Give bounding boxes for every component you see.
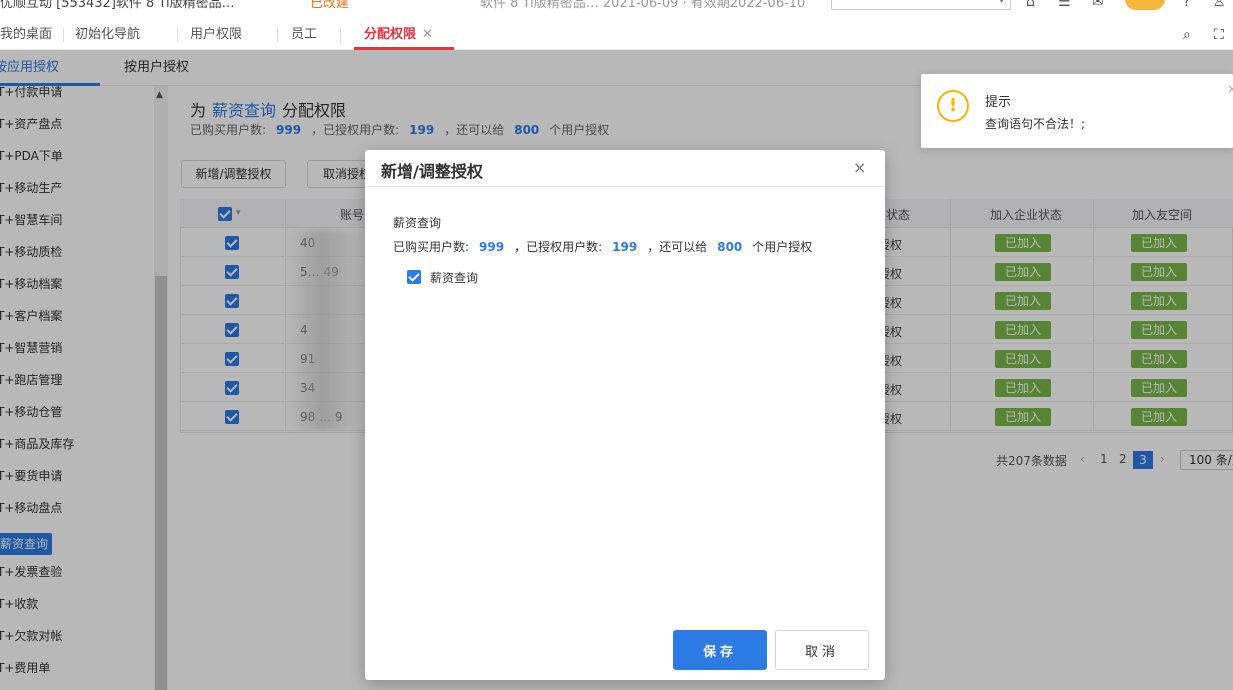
- help-icon[interactable]: ?: [1183, 0, 1190, 10]
- save-button[interactable]: 保存: [673, 630, 767, 670]
- message-icon[interactable]: ✉: [1092, 0, 1104, 10]
- tab-init-nav[interactable]: 初始化导航: [75, 20, 140, 50]
- bought-label: 已购买用户数:: [393, 240, 470, 254]
- authorized-label: ，已授权用户数:: [514, 240, 603, 254]
- tab-user-permission[interactable]: 用户权限: [190, 20, 242, 50]
- close-icon[interactable]: ×: [1227, 82, 1233, 96]
- tab-bar: 我的桌面 初始化导航 用户权限 员工 分配权限 ✕ ⌕ ⛶: [0, 20, 1233, 50]
- user-icon[interactable]: ♙: [1213, 0, 1226, 10]
- modal-app-name: 薪资查询: [393, 216, 442, 230]
- tab-divider: [277, 28, 278, 42]
- close-icon[interactable]: ×: [853, 158, 866, 177]
- home-icon[interactable]: ⌂: [1026, 0, 1035, 10]
- remain-suffix: 个用户授权: [752, 240, 813, 254]
- remain-label: ，还可以给: [647, 240, 708, 254]
- account-selector[interactable]: ▾: [831, 0, 1011, 10]
- modal-license-stats: 已购买用户数: 999 ，已授权用户数: 199 ，还可以给 800 个用户授权: [393, 238, 812, 255]
- app-checkbox[interactable]: [407, 270, 421, 284]
- product-info: 软件 8 Ti版精密品… 2021-06-09 · 有效期2022-06-10: [480, 0, 806, 11]
- tab-staff[interactable]: 员工: [291, 20, 317, 50]
- authorized-count: 199: [612, 240, 638, 254]
- app-checkbox-label[interactable]: 薪资查询: [430, 269, 478, 286]
- cancel-button[interactable]: 取消: [775, 630, 869, 670]
- tab-divider: [340, 28, 341, 42]
- list-icon[interactable]: ☰: [1058, 0, 1071, 10]
- tab-divider: [177, 28, 178, 42]
- tab-label: 分配权限: [364, 27, 417, 42]
- auth-modal: 新增/调整授权 × 薪资查询 已购买用户数: 999 ，已授权用户数: 199 ，还可以…: [365, 150, 885, 680]
- tab-assign-permission[interactable]: 分配权限 ✕: [364, 20, 433, 50]
- modal-title: 新增/调整授权: [381, 162, 483, 181]
- top-header-strip: 优顺互动 [553432]软件 8 Ti版精密品… 已改建 软件 8 Ti版精密…: [0, 0, 1233, 20]
- warning-icon: !: [937, 90, 969, 122]
- close-icon[interactable]: ✕: [422, 27, 433, 42]
- fullscreen-icon[interactable]: ⛶: [1214, 20, 1224, 50]
- search-icon[interactable]: ⌕: [1183, 20, 1191, 50]
- remain-count: 800: [717, 240, 743, 254]
- tab-desktop[interactable]: 我的桌面: [0, 20, 52, 50]
- bought-count: 999: [479, 240, 505, 254]
- modal-header: 新增/调整授权 ×: [365, 150, 885, 187]
- company-info: 优顺互动 [553432]软件 8 Ti版精密品…: [0, 0, 235, 11]
- toast-message: 查询语句不合法！;: [985, 117, 1086, 131]
- status-label: 已改建: [310, 0, 350, 11]
- toast-title: 提示: [985, 95, 1012, 110]
- tab-divider: [63, 28, 64, 42]
- chevron-down-icon: ▾: [998, 0, 1004, 6]
- avatar[interactable]: [1125, 0, 1165, 10]
- warning-toast: ! 提示 查询语句不合法！; ×: [921, 74, 1233, 148]
